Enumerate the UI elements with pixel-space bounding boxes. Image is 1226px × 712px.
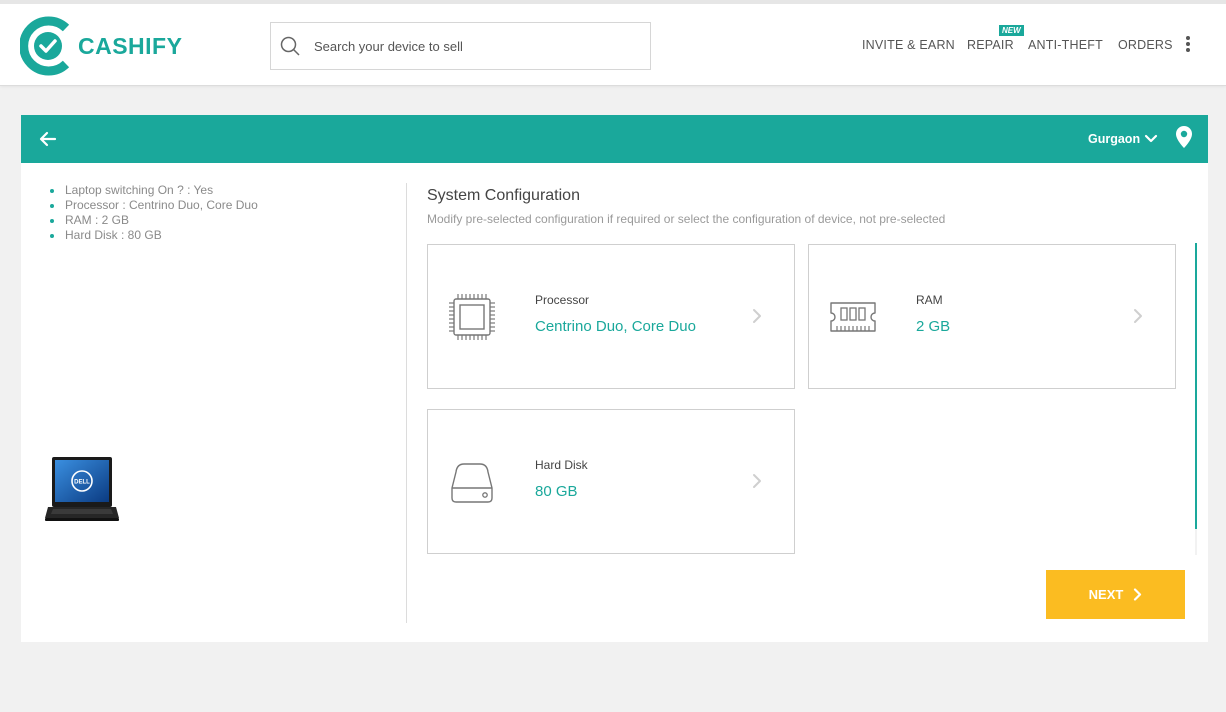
chevron-right-icon bbox=[753, 474, 761, 488]
arrow-left-icon[interactable] bbox=[39, 130, 57, 148]
card-label: Processor bbox=[535, 293, 590, 307]
card-label: RAM bbox=[916, 293, 943, 307]
spec-item: Laptop switching On ? : Yes bbox=[49, 183, 258, 198]
spec-item: Hard Disk : 80 GB bbox=[49, 228, 258, 243]
content-panel: Laptop switching On ? : Yes Processor : … bbox=[21, 163, 1208, 642]
dell-laptop-image: DELL bbox=[45, 457, 119, 521]
spec-item: Processor : Centrino Duo, Core Duo bbox=[49, 198, 258, 213]
chevron-right-icon bbox=[1134, 309, 1142, 323]
cashify-logo-icon bbox=[20, 16, 70, 76]
column-divider bbox=[406, 183, 407, 623]
nav-anti-theft[interactable]: ANTI-THEFT bbox=[1028, 38, 1103, 52]
search-input[interactable] bbox=[314, 38, 650, 54]
processor-card[interactable]: Processor Centrino Duo, Core Duo bbox=[427, 244, 795, 389]
next-button-label: NEXT bbox=[1088, 587, 1124, 602]
card-label: Hard Disk bbox=[535, 458, 588, 472]
nav-invite-earn[interactable]: INVITE & EARN bbox=[862, 38, 955, 52]
ram-module-icon bbox=[830, 302, 876, 332]
nav-orders[interactable]: ORDERS bbox=[1118, 38, 1173, 52]
city-selector[interactable]: Gurgaon bbox=[1088, 132, 1140, 146]
hard-disk-card[interactable]: Hard Disk 80 GB bbox=[427, 409, 795, 554]
search-icon bbox=[280, 36, 300, 56]
new-badge: NEW bbox=[999, 25, 1024, 36]
ram-card[interactable]: RAM 2 GB bbox=[808, 244, 1176, 389]
section-title: System Configuration bbox=[427, 187, 580, 204]
card-value: 2 GB bbox=[916, 318, 951, 335]
svg-text:DELL: DELL bbox=[74, 480, 90, 486]
brand-name: CASHIFY bbox=[78, 32, 183, 59]
search-box[interactable] bbox=[270, 22, 651, 70]
cashify-logo[interactable]: CASHIFY bbox=[20, 14, 182, 78]
chevron-right-icon bbox=[753, 309, 761, 323]
top-header: CASHIFY INVITE & EARN NEW REPAIR ANTI-TH… bbox=[0, 0, 1226, 86]
nav-repair[interactable]: REPAIR bbox=[967, 38, 1014, 52]
section-subtitle: Modify pre-selected configuration if req… bbox=[427, 212, 946, 226]
device-spec-list: Laptop switching On ? : Yes Processor : … bbox=[49, 183, 258, 243]
spec-item: RAM : 2 GB bbox=[49, 213, 258, 228]
scrollbar-thumb[interactable] bbox=[1195, 243, 1197, 529]
chevron-right-icon bbox=[1134, 588, 1142, 601]
location-bar: Gurgaon bbox=[21, 115, 1208, 163]
card-value: 80 GB bbox=[535, 483, 578, 500]
next-button[interactable]: NEXT bbox=[1046, 570, 1185, 619]
kebab-menu-icon[interactable] bbox=[1182, 36, 1194, 54]
map-pin-icon[interactable] bbox=[1175, 125, 1193, 149]
card-value: Centrino Duo, Core Duo bbox=[535, 318, 696, 335]
hard-disk-icon bbox=[451, 463, 493, 503]
cpu-chip-icon bbox=[449, 294, 495, 340]
chevron-down-icon[interactable] bbox=[1144, 133, 1158, 145]
